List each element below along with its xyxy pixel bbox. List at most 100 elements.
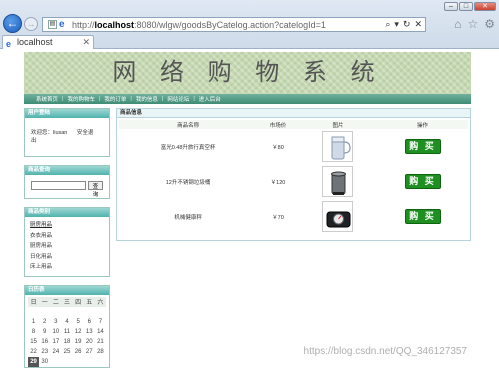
buy-button[interactable]: 购 买 bbox=[404, 174, 441, 189]
category-item[interactable]: 衣衣用品 bbox=[30, 231, 104, 242]
calendar-day[interactable]: 10 bbox=[50, 327, 61, 337]
url-text: http://localhost:8080/wlgw/goodsByCatelo… bbox=[72, 19, 326, 30]
calendar-day[interactable]: 18 bbox=[61, 337, 72, 347]
calendar-day[interactable]: 25 bbox=[61, 347, 72, 357]
right-toolbar: ⌂ ☆ ⚙ bbox=[454, 17, 495, 31]
calendar-day[interactable]: 7 bbox=[95, 317, 106, 327]
forward-button[interactable]: → bbox=[24, 17, 38, 31]
calendar-day[interactable]: 2 bbox=[39, 317, 50, 327]
search-button[interactable]: 查询 bbox=[88, 181, 103, 198]
calendar-day bbox=[50, 357, 61, 367]
product-price: ￥120 bbox=[270, 179, 286, 186]
calendar-day[interactable]: 21 bbox=[95, 337, 106, 347]
calendar-day[interactable]: 28 bbox=[95, 347, 106, 357]
calendar-day[interactable]: 4 bbox=[61, 317, 72, 327]
calendar-day bbox=[84, 307, 95, 317]
calendar-day[interactable]: 27 bbox=[84, 347, 95, 357]
calendar-day[interactable]: 5 bbox=[73, 317, 84, 327]
nav-cart[interactable]: 我的购物车 bbox=[67, 95, 95, 103]
watermark-text: https://blog.csdn.net/QQ_346127357 bbox=[303, 346, 467, 357]
login-box-title: 用户登陆 bbox=[25, 109, 109, 118]
calendar-day[interactable]: 26 bbox=[73, 347, 84, 357]
maximize-button[interactable]: □ bbox=[459, 2, 473, 11]
welcome-text: 欢迎您：liusan bbox=[31, 130, 68, 136]
gear-icon[interactable]: ⚙ bbox=[484, 17, 495, 31]
window-controls: – □ ✕ bbox=[444, 2, 496, 11]
calendar-day[interactable]: 6 bbox=[84, 317, 95, 327]
star-icon[interactable]: ☆ bbox=[467, 17, 478, 31]
calendar-day bbox=[95, 307, 106, 317]
calendar-day[interactable]: 23 bbox=[39, 347, 50, 357]
col-image-header: 图片 bbox=[298, 120, 378, 129]
buy-button[interactable]: 购 买 bbox=[404, 209, 441, 224]
calendar-week: 29 30 bbox=[28, 356, 106, 367]
close-window-button[interactable]: ✕ bbox=[474, 2, 496, 11]
product-table: 商品名称 市场价 图片 操作 富光0.48升旅行真空杯 ￥80 购 买 12升不… bbox=[119, 120, 468, 234]
calendar-day[interactable]: 11 bbox=[61, 327, 72, 337]
chevron-down-icon[interactable]: ▾ bbox=[394, 19, 399, 30]
calendar-day[interactable]: 29 bbox=[28, 356, 40, 367]
calendar-day[interactable]: 20 bbox=[84, 337, 95, 347]
trash-can-image[interactable] bbox=[322, 166, 354, 197]
nav-separator: | bbox=[161, 96, 164, 102]
category-item[interactable]: 厨房用品 bbox=[30, 220, 104, 231]
search-box: 商品查询 查询 bbox=[24, 165, 110, 199]
category-item[interactable]: 床上用品 bbox=[30, 262, 104, 273]
calendar-day[interactable]: 19 bbox=[73, 337, 84, 347]
table-row: 机械健康秤 ￥70 购 买 bbox=[119, 199, 468, 234]
tab-close-icon[interactable]: ✕ bbox=[82, 36, 90, 49]
nav-separator: | bbox=[98, 96, 101, 102]
nav-separator: | bbox=[62, 96, 64, 102]
minimize-button[interactable]: – bbox=[444, 2, 458, 11]
home-icon[interactable]: ⌂ bbox=[454, 17, 461, 31]
calendar-day[interactable]: 9 bbox=[39, 327, 50, 337]
calendar-day[interactable]: 3 bbox=[50, 317, 61, 327]
web-page: 网 络 购 物 系 统 系统首页 | 我的购物车 | 我的订单 | 我的信息 |… bbox=[24, 52, 471, 368]
calendar-day[interactable]: 22 bbox=[28, 347, 39, 357]
table-row: 12升不锈钢垃圾桶 ￥120 购 买 bbox=[119, 164, 468, 199]
tab-localhost[interactable]: e localhost ✕ bbox=[2, 35, 94, 49]
calendar-day[interactable]: 13 bbox=[84, 327, 95, 337]
calendar-box: 日历表 日一二三四五六 1 2 3 4 5 6 7 8 9 10 11 12 13 14 15 16 17 18 1… bbox=[24, 284, 110, 368]
search-form: 查询 bbox=[25, 175, 109, 198]
nav-separator: | bbox=[193, 96, 195, 102]
calendar-day[interactable]: 1 bbox=[28, 317, 39, 327]
nav-home[interactable]: 系统首页 bbox=[36, 95, 58, 103]
calendar-day[interactable]: 15 bbox=[28, 337, 39, 347]
site-banner: 网 络 购 物 系 统 bbox=[24, 52, 471, 94]
browser-chrome: ← → ▤ e http://localhost:8080/wlgw/goods… bbox=[0, 0, 499, 49]
refresh-icon[interactable]: ↻ bbox=[403, 19, 411, 30]
nav-forum[interactable]: 网站论坛 bbox=[167, 95, 189, 103]
address-bar[interactable]: ▤ e http://localhost:8080/wlgw/goodsByCa… bbox=[42, 17, 426, 32]
calendar-day[interactable]: 17 bbox=[50, 337, 61, 347]
address-tools: ⌕ ▾ ↻ ✕ bbox=[385, 19, 425, 30]
nav-orders[interactable]: 我的订单 bbox=[104, 95, 126, 103]
product-price: ￥70 bbox=[272, 214, 284, 221]
login-info: 欢迎您：liusan 安全退出 bbox=[25, 118, 109, 156]
calendar-day[interactable]: 12 bbox=[73, 327, 84, 337]
nav-admin[interactable]: 进入后台 bbox=[199, 95, 221, 103]
calendar-day[interactable]: 24 bbox=[50, 347, 61, 357]
calendar: 日一二三四五六 1 2 3 4 5 6 7 8 9 10 11 12 13 14 15 16 17 18 19 20 2… bbox=[25, 295, 109, 367]
product-price: ￥80 bbox=[272, 144, 284, 151]
category-item[interactable]: 日化用品 bbox=[30, 252, 104, 263]
col-action-header: 操作 bbox=[377, 120, 468, 129]
calendar-day[interactable]: 8 bbox=[28, 327, 39, 337]
category-item[interactable]: 厨房用品 bbox=[30, 241, 104, 252]
close-icon[interactable]: ✕ bbox=[414, 19, 422, 30]
buy-button[interactable]: 购 买 bbox=[404, 139, 441, 154]
search-input[interactable] bbox=[31, 181, 86, 190]
nav-profile[interactable]: 我的信息 bbox=[136, 95, 158, 103]
calendar-day bbox=[50, 307, 61, 317]
weekday-label: 四 bbox=[72, 296, 84, 307]
search-icon[interactable]: ⌕ bbox=[385, 19, 390, 30]
scale-image[interactable] bbox=[322, 201, 354, 232]
calendar-day[interactable]: 16 bbox=[39, 337, 50, 347]
calendar-day[interactable]: 14 bbox=[95, 327, 106, 337]
product-name: 机械健康秤 bbox=[174, 214, 202, 221]
calendar-day[interactable]: 30 bbox=[39, 357, 50, 367]
calendar-day bbox=[84, 357, 95, 367]
back-button[interactable]: ← bbox=[3, 14, 22, 33]
tab-title: localhost bbox=[17, 37, 53, 47]
cup-image[interactable] bbox=[322, 131, 354, 162]
